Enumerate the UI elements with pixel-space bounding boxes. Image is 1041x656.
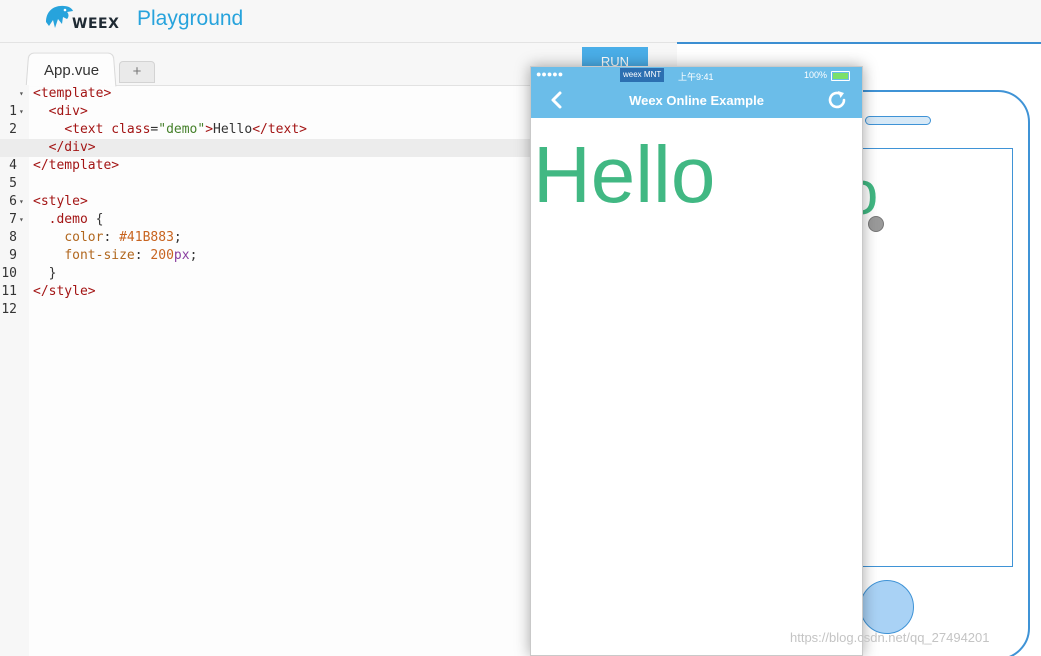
fold-arrow-icon[interactable]: ▾ — [19, 103, 24, 121]
page-title: Playground — [137, 7, 244, 30]
logo-text: WEEX — [72, 16, 120, 32]
weex-playground: WEEX Playground App.vue + RUN 1 ▾ <templat… — [0, 0, 1041, 656]
fold-arrow-icon[interactable]: ▾ — [19, 211, 24, 229]
nav-title: Weex Online Example — [629, 93, 764, 108]
eagle-logo-icon — [46, 5, 73, 28]
fold-arrow-icon[interactable]: ▾ — [19, 193, 24, 211]
hello-text: Hello — [533, 130, 716, 219]
app-header: WEEX Playground — [0, 0, 1041, 43]
device-simulator: ●●●●● weex MNT 上午9:41 100% Weex Online E… — [530, 66, 863, 656]
status-time: 上午9:41 — [678, 72, 714, 82]
line-number: 12 — [1, 302, 17, 317]
refresh-icon[interactable] — [826, 89, 848, 111]
phone-speaker — [865, 116, 931, 125]
tab-app-vue-label[interactable]: App.vue — [44, 62, 99, 79]
battery-icon — [831, 71, 850, 81]
cursor-dot-icon — [868, 216, 884, 232]
fold-arrow-icon[interactable]: ▾ — [19, 85, 24, 103]
watermark: https://blog.csdn.net/qq_27494201 — [790, 630, 990, 645]
phone-home-button[interactable] — [860, 580, 914, 634]
carrier-label: weex MNT — [620, 68, 665, 82]
nav-bar: Weex Online Example — [531, 84, 862, 118]
status-bar: ●●●●● weex MNT 上午9:41 100% — [531, 67, 862, 84]
signal-icon: ●●●●● — [536, 69, 564, 79]
battery-percent: 100% — [804, 70, 828, 80]
add-tab-button[interactable]: + — [119, 61, 155, 83]
weex-logo[interactable]: WEEX — [42, 2, 119, 36]
